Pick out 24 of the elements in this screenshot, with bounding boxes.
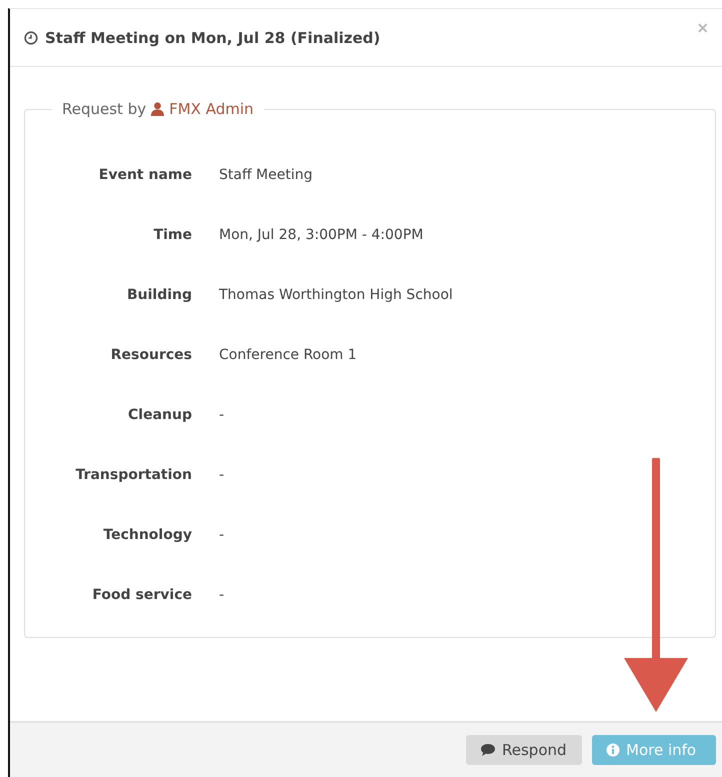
requester-link[interactable]: FMX Admin (169, 99, 254, 119)
field-label: Time (152, 226, 192, 245)
legend-label: Request by (62, 99, 146, 119)
field-label: Food service (91, 586, 192, 605)
field-value: - (219, 526, 226, 545)
field-value: Mon, Jul 28, 3:00PM - 4:00PM (219, 226, 424, 245)
user-icon (151, 102, 164, 116)
field-value: Conference Room 1 (219, 346, 358, 365)
field-label: Transportation (74, 466, 192, 485)
field-label: Resources (110, 346, 192, 365)
speech-bubble-icon (480, 743, 496, 757)
field-value: - (219, 406, 226, 425)
field-label: Cleanup (127, 406, 192, 425)
respond-button[interactable]: Respond (466, 735, 582, 765)
field-value: Staff Meeting (219, 166, 314, 185)
field-value: - (219, 586, 226, 605)
field-value: Thomas Worthington High School (219, 286, 454, 305)
field-label: Building (126, 286, 192, 305)
clock-icon (24, 30, 38, 44)
info-icon (606, 743, 620, 757)
field-label: Technology (102, 526, 192, 545)
dialog-title: Staff Meeting on Mon, Jul 28 (Finalized) (45, 28, 380, 46)
field-value: - (219, 466, 226, 485)
field-label: Event name (98, 166, 192, 185)
